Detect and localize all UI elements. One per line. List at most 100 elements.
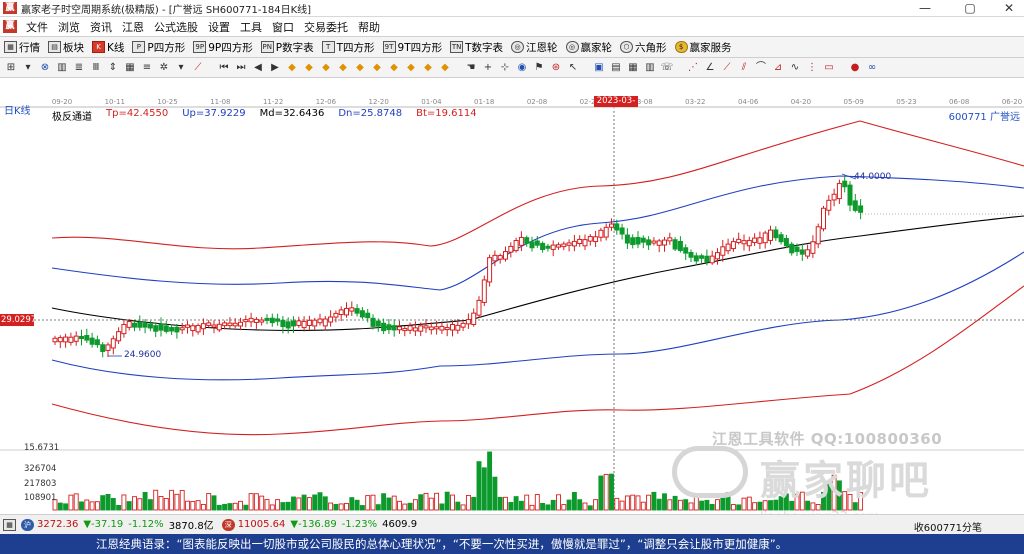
menu-tools[interactable]: 工具	[235, 19, 267, 35]
cycle-icon[interactable]: ⊗	[38, 61, 52, 75]
cursor-icon[interactable]: ↖	[566, 61, 580, 75]
diamond-7-icon[interactable]: ◆	[387, 61, 401, 75]
gann-wheel-button[interactable]: ◎ 江恩轮	[511, 40, 558, 55]
scale-icon[interactable]: ⇕	[106, 61, 120, 75]
t-table-button[interactable]: TN T数字表	[450, 40, 503, 55]
band-dn-line	[51, 251, 1024, 381]
diamond-9-icon[interactable]: ◆	[421, 61, 435, 75]
axis-icon[interactable]: ≡	[140, 61, 154, 75]
hand-icon[interactable]: ☚	[464, 61, 478, 75]
menu-help[interactable]: 帮助	[353, 19, 385, 35]
save-icon[interactable]: ▤	[609, 61, 623, 75]
candle-body	[656, 240, 662, 246]
select-dropdown-icon[interactable]: ▾	[174, 61, 188, 75]
menu-formula-select[interactable]: 公式选股	[149, 19, 203, 35]
first-icon[interactable]: ⏮	[217, 61, 231, 75]
diamond-5-icon[interactable]: ◆	[353, 61, 367, 75]
sectors-label: 板块	[63, 41, 84, 54]
volume-bar	[84, 499, 90, 511]
chart-icon[interactable]: ▥	[55, 61, 69, 75]
diamond-8-icon[interactable]: ◆	[404, 61, 418, 75]
candle-body	[434, 326, 440, 330]
crosshair-icon[interactable]: +	[481, 61, 495, 75]
menu-window[interactable]: 窗口	[267, 19, 299, 35]
t-square-button[interactable]: T T四方形	[321, 40, 375, 55]
9t-square-button[interactable]: 9T 9T四方形	[382, 40, 442, 55]
status-bar: ▦ 沪 3272.36 ▼-37.19 -1.12% 3870.8亿 深 110…	[0, 514, 1024, 534]
diamond-3-icon[interactable]: ◆	[319, 61, 333, 75]
diamond-2-icon[interactable]: ◆	[302, 61, 316, 75]
p-table-button[interactable]: PN P数字表	[260, 40, 314, 55]
sectors-button[interactable]: ▤ 板块	[48, 40, 84, 55]
candle-body	[402, 328, 408, 332]
gear-icon[interactable]: ✲	[157, 61, 171, 75]
minimize-icon[interactable]: —	[910, 0, 940, 17]
diamond-4-icon[interactable]: ◆	[336, 61, 350, 75]
volume-bar	[503, 496, 508, 511]
9p-square-button[interactable]: 9P 9P四方形	[193, 40, 253, 55]
bars-icon[interactable]: ▦	[123, 61, 137, 75]
volume-bar	[683, 499, 689, 511]
candle-body	[550, 244, 556, 250]
hexagon-button[interactable]: ⬡ 六角形	[620, 40, 667, 55]
calendar-icon[interactable]: ▦	[3, 518, 16, 531]
arc-icon[interactable]: ⌒	[754, 61, 768, 75]
maximize-icon[interactable]: ▢	[955, 0, 985, 17]
candle-body	[169, 327, 175, 332]
marker-icon[interactable]: ⊛	[549, 61, 563, 75]
volume-bar	[741, 497, 747, 511]
indicator-name: 极反通道	[52, 112, 92, 123]
app-window: 赢 赢家老子时空周期系统(极精版) - [广誉远 SH600771-184日K线…	[0, 0, 1024, 554]
candle-body	[407, 325, 413, 331]
box-icon[interactable]: ▭	[822, 61, 836, 75]
diamond-1-icon[interactable]: ◆	[285, 61, 299, 75]
prev-icon[interactable]: ◀	[251, 61, 265, 75]
candle-body	[545, 245, 551, 249]
p-square-button[interactable]: P P四方形	[132, 40, 185, 55]
date-tick-label: 06-08	[949, 98, 969, 106]
note-icon[interactable]: ▣	[592, 61, 606, 75]
gann-fan-icon[interactable]: ⊿	[771, 61, 785, 75]
chart-area[interactable]: 09-20 10-11 10-25 11-08 11-22 12-06 12-20 01-04…	[0, 78, 1024, 525]
target-icon[interactable]: ◉	[515, 61, 529, 75]
volume-bar	[513, 496, 519, 511]
wheel-icon: ◎	[565, 41, 579, 53]
line-tool-icon[interactable]: ⟋	[191, 61, 205, 75]
dropdown-icon[interactable]: ▾	[21, 61, 35, 75]
menu-file[interactable]: 文件	[21, 19, 53, 35]
layout-icon[interactable]: ⊞	[4, 61, 18, 75]
menu-browse[interactable]: 浏览	[53, 19, 85, 35]
infinity-icon[interactable]: ∞	[865, 61, 879, 75]
menu-settings[interactable]: 设置	[203, 19, 235, 35]
candle-body	[132, 322, 137, 328]
phone-icon[interactable]: ☏	[660, 61, 674, 75]
menu-info[interactable]: 资讯	[85, 19, 117, 35]
channel-icon[interactable]: ⫽	[737, 61, 751, 75]
service-button[interactable]: $ 赢家服务	[674, 40, 732, 55]
menu-trade[interactable]: 交易委托	[299, 19, 353, 35]
last-icon[interactable]: ⏭	[234, 61, 248, 75]
volume-bar	[285, 501, 291, 511]
close-icon[interactable]: ✕	[994, 0, 1024, 17]
next-icon[interactable]: ▶	[268, 61, 282, 75]
kline-button[interactable]: K K线	[92, 40, 124, 55]
quotes-button[interactable]: ▦ 行情	[4, 40, 40, 55]
diamond-6-icon[interactable]: ◆	[370, 61, 384, 75]
split-icon[interactable]: ⊹	[498, 61, 512, 75]
bar-icon[interactable]: Ⅲ	[89, 61, 103, 75]
palette-icon[interactable]: ●	[848, 61, 862, 75]
time-zone-icon[interactable]: ⋮	[805, 61, 819, 75]
fib-icon[interactable]: ⋰	[686, 61, 700, 75]
calc-icon[interactable]: ▦	[626, 61, 640, 75]
fan-icon[interactable]: ⟋	[720, 61, 734, 75]
wave-icon[interactable]: ∿	[788, 61, 802, 75]
winner-wheel-button[interactable]: ◎ 赢家轮	[565, 40, 612, 55]
flag-icon[interactable]: ⚑	[532, 61, 546, 75]
angle-icon[interactable]: ∠	[703, 61, 717, 75]
menu-gann[interactable]: 江恩	[117, 19, 149, 35]
square-icon: P	[132, 41, 146, 53]
list-icon[interactable]: ▥	[643, 61, 657, 75]
indicator-icon[interactable]: ≣	[72, 61, 86, 75]
volume-bar	[63, 503, 69, 511]
diamond-10-icon[interactable]: ◆	[438, 61, 452, 75]
